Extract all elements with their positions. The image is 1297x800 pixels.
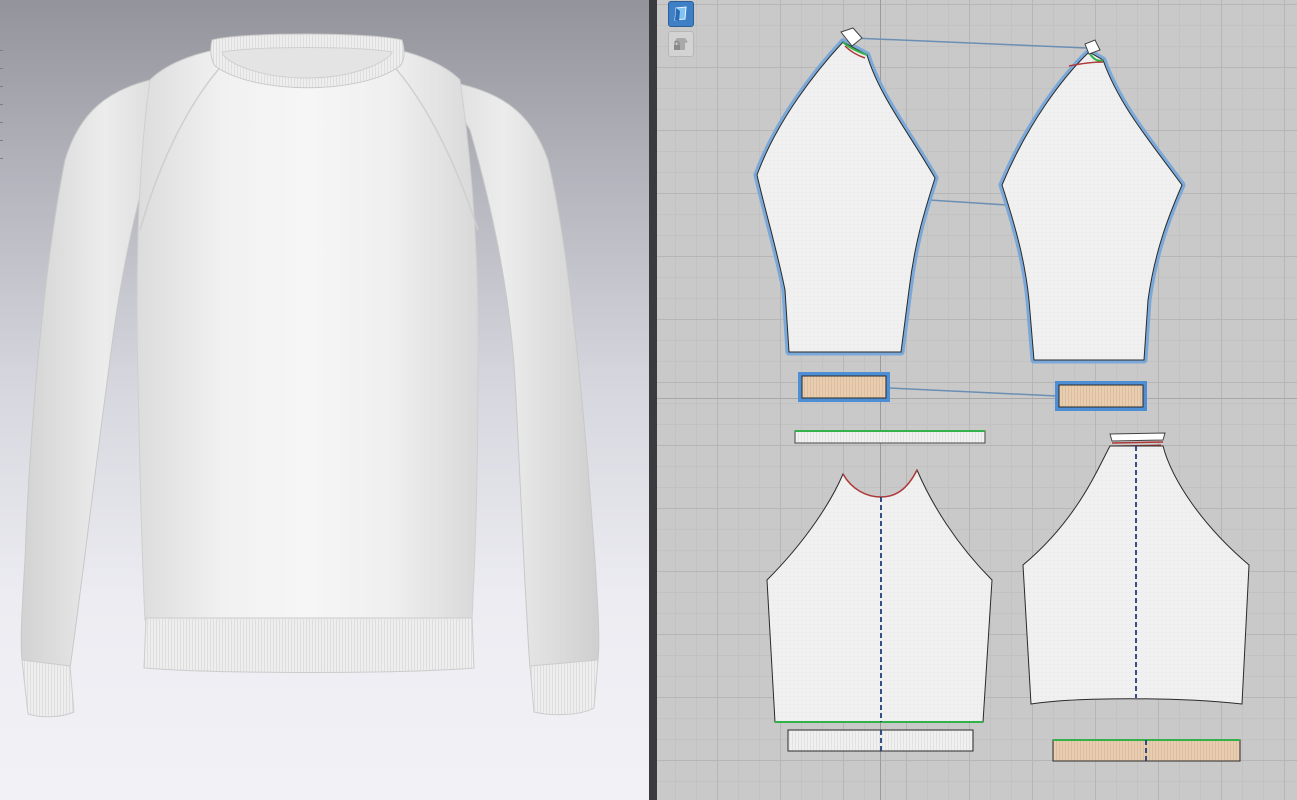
back-body-pattern[interactable]	[1022, 445, 1250, 705]
viewport-2d-pattern[interactable]	[657, 0, 1297, 800]
viewport-3d[interactable]	[0, 0, 649, 800]
viewport-divider[interactable]	[649, 0, 657, 800]
left-cuff-rib[interactable]	[798, 372, 890, 402]
hem-rib-front[interactable]	[787, 729, 974, 752]
right-sleeve-pattern[interactable]	[998, 48, 1186, 364]
sweatshirt-3d-model[interactable]	[0, 0, 649, 800]
hem-rib-back[interactable]	[1052, 739, 1241, 762]
viewport-ruler-ticks	[0, 50, 3, 160]
symmetry-link-neck	[852, 37, 1088, 49]
pattern-pieces-canvas[interactable]	[657, 0, 1297, 800]
left-sleeve-pattern[interactable]	[753, 38, 939, 356]
right-cuff-3d	[529, 659, 599, 716]
symmetry-link-sleeve	[928, 199, 1008, 206]
left-cuff-3d	[21, 659, 75, 718]
right-cuff-rib[interactable]	[1055, 381, 1147, 411]
back-neck-rib[interactable]	[1109, 432, 1166, 447]
body-3d	[136, 49, 479, 621]
neck-rib[interactable]	[794, 430, 986, 444]
app-window	[0, 0, 1297, 800]
hem-rib-3d	[143, 617, 475, 673]
symmetry-link-cuff	[888, 387, 1058, 397]
front-body-pattern[interactable]	[766, 468, 993, 723]
